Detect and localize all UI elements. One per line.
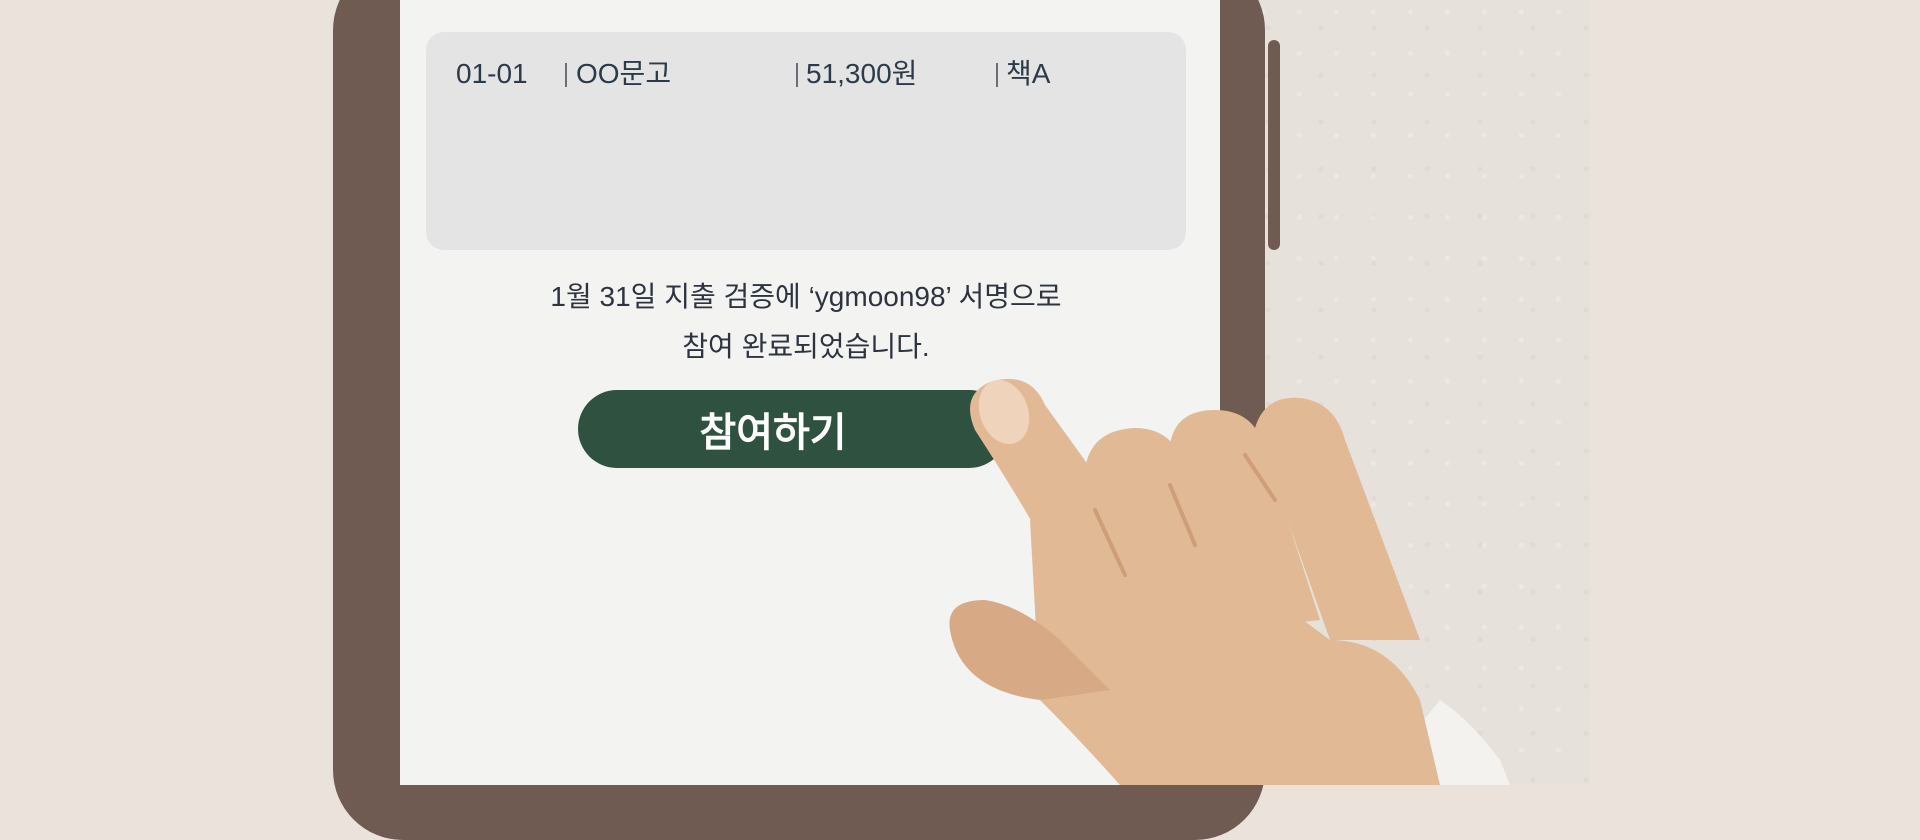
completion-message: 1월 31일 지출 검증에 ‘ygmoon98’ 서명으로 참여 완료되었습니다… xyxy=(426,272,1186,372)
record-amount: 51,300원 xyxy=(806,58,918,89)
record-row: 01-01 OO문고 51,300원 책A xyxy=(426,54,1186,94)
completion-message-line2: 참여 완료되었습니다. xyxy=(682,331,930,362)
column-divider xyxy=(565,63,567,87)
side-button-left xyxy=(333,165,345,295)
join-button[interactable]: 참여하기 xyxy=(578,390,1008,468)
side-button-right xyxy=(1268,40,1280,250)
spending-record-list: 01-01 OO문고 51,300원 책A xyxy=(426,32,1186,250)
column-divider xyxy=(796,63,798,87)
record-vendor: OO문고 xyxy=(576,58,672,89)
column-divider xyxy=(996,63,998,87)
completion-message-line1: 1월 31일 지출 검증에 ‘ygmoon98’ 서명으로 xyxy=(550,281,1062,312)
record-item: 책A xyxy=(1006,58,1051,89)
record-date: 01-01 xyxy=(456,58,528,89)
